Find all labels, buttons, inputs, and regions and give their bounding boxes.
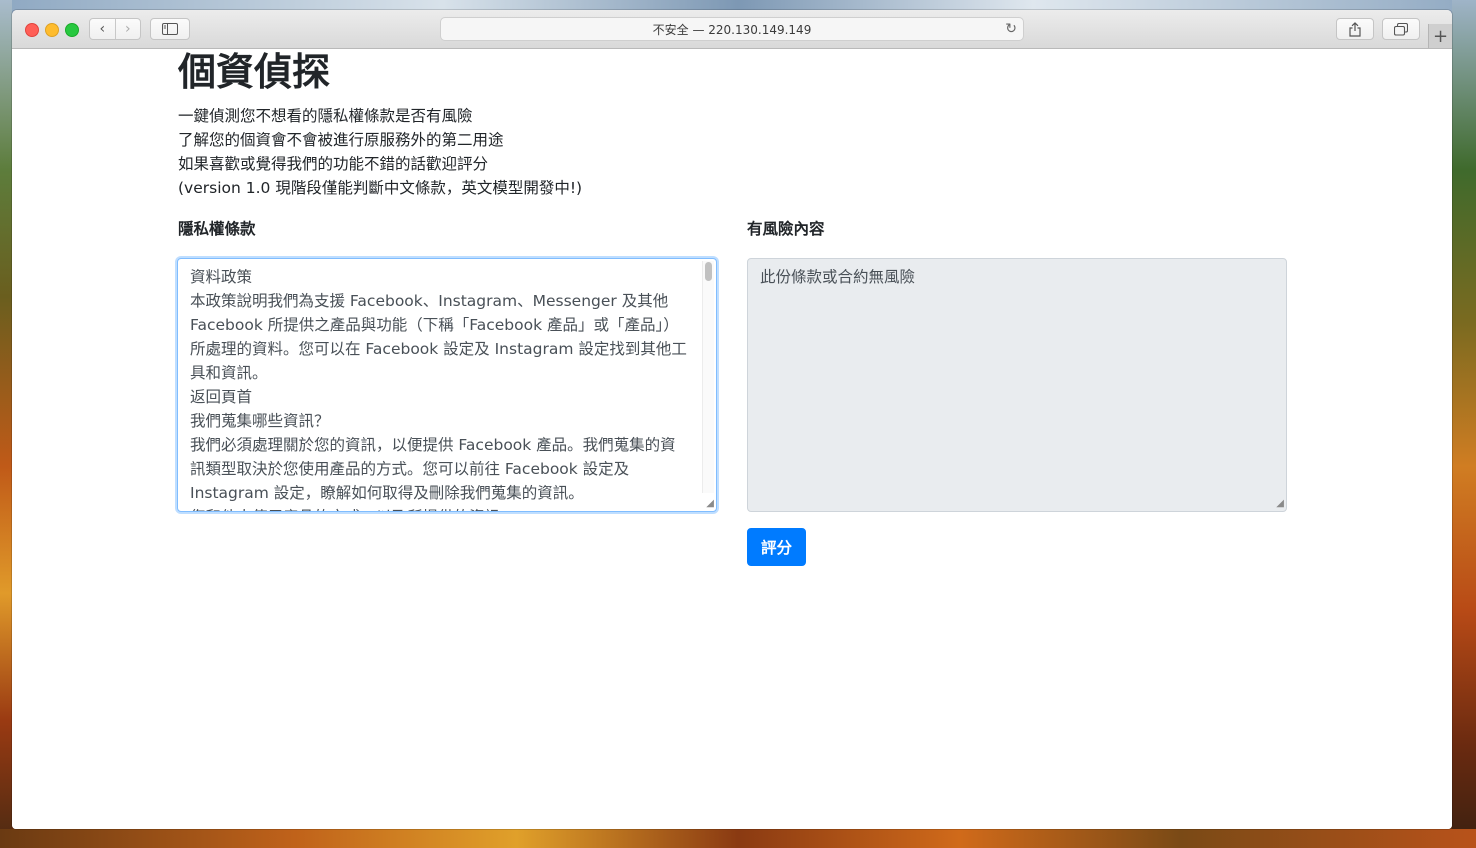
close-window-button[interactable] <box>25 23 39 37</box>
privacy-terms-label: 隱私權條款 <box>178 220 256 238</box>
intro-line: 了解您的個資會不會被進行原服務外的第二用途 <box>178 131 504 149</box>
intro-line: 一鍵偵測您不想看的隱私權條款是否有風險 <box>178 107 473 125</box>
share-button[interactable] <box>1336 18 1374 40</box>
risky-content-label: 有風險內容 <box>747 220 825 238</box>
intro-line: (version 1.0 現階段僅能判斷中文條款，英文模型開發中!) <box>178 179 583 197</box>
desktop-wallpaper-bottom <box>0 829 1476 848</box>
minimize-window-button[interactable] <box>45 23 59 37</box>
back-button[interactable]: ‹ <box>90 19 115 39</box>
risky-content-textarea: 此份條款或合約無風險 ◢ <box>747 258 1287 512</box>
browser-window: ‹ › 不安全 — 220.130.149.149 ↻ + 個資偵探 一鍵偵測您… <box>12 10 1452 829</box>
score-button[interactable]: 評分 <box>747 528 806 566</box>
address-text: 不安全 — 220.130.149.149 <box>652 22 812 37</box>
show-tabs-button[interactable] <box>1382 18 1420 40</box>
privacy-terms-text: 資料政策 本政策說明我們為支援 Facebook、Instagram、Messe… <box>190 268 687 511</box>
sidebar-toggle-button[interactable] <box>150 18 190 40</box>
plus-icon: + <box>1432 25 1449 47</box>
share-icon <box>1349 21 1361 37</box>
resize-handle-icon[interactable]: ◢ <box>704 499 714 509</box>
intro-line: 如果喜歡或覺得我們的功能不錯的話歡迎評分 <box>178 155 489 173</box>
address-bar[interactable]: 不安全 — 220.130.149.149 ↻ <box>440 17 1024 41</box>
risky-content-text: 此份條款或合約無風險 <box>760 268 916 286</box>
tabs-overview-icon <box>1394 22 1408 36</box>
page-title: 個資偵探 <box>178 50 331 94</box>
desktop-wallpaper-left <box>0 0 12 848</box>
chevron-left-icon: ‹ <box>99 21 106 37</box>
chevron-right-icon: › <box>124 21 131 37</box>
intro-text: 一鍵偵測您不想看的隱私權條款是否有風險 了解您的個資會不會被進行原服務外的第二用… <box>178 104 582 200</box>
new-tab-button[interactable]: + <box>1428 24 1452 48</box>
reload-icon[interactable]: ↻ <box>1005 21 1017 37</box>
privacy-terms-textarea[interactable]: 資料政策 本政策說明我們為支援 Facebook、Instagram、Messe… <box>177 258 717 512</box>
resize-handle-icon: ◢ <box>1276 498 1284 509</box>
maximize-window-button[interactable] <box>65 23 79 37</box>
page-content: 個資偵探 一鍵偵測您不想看的隱私權條款是否有風險 了解您的個資會不會被進行原服務… <box>12 49 1452 829</box>
sidebar-icon <box>162 23 178 35</box>
browser-toolbar: ‹ › 不安全 — 220.130.149.149 ↻ + <box>12 10 1452 49</box>
desktop-wallpaper-right <box>1452 0 1476 848</box>
forward-button[interactable]: › <box>116 19 141 39</box>
scrollbar-thumb[interactable] <box>705 262 712 281</box>
textarea-scrollbar[interactable] <box>702 261 714 493</box>
navigation-buttons: ‹ › <box>89 18 141 40</box>
